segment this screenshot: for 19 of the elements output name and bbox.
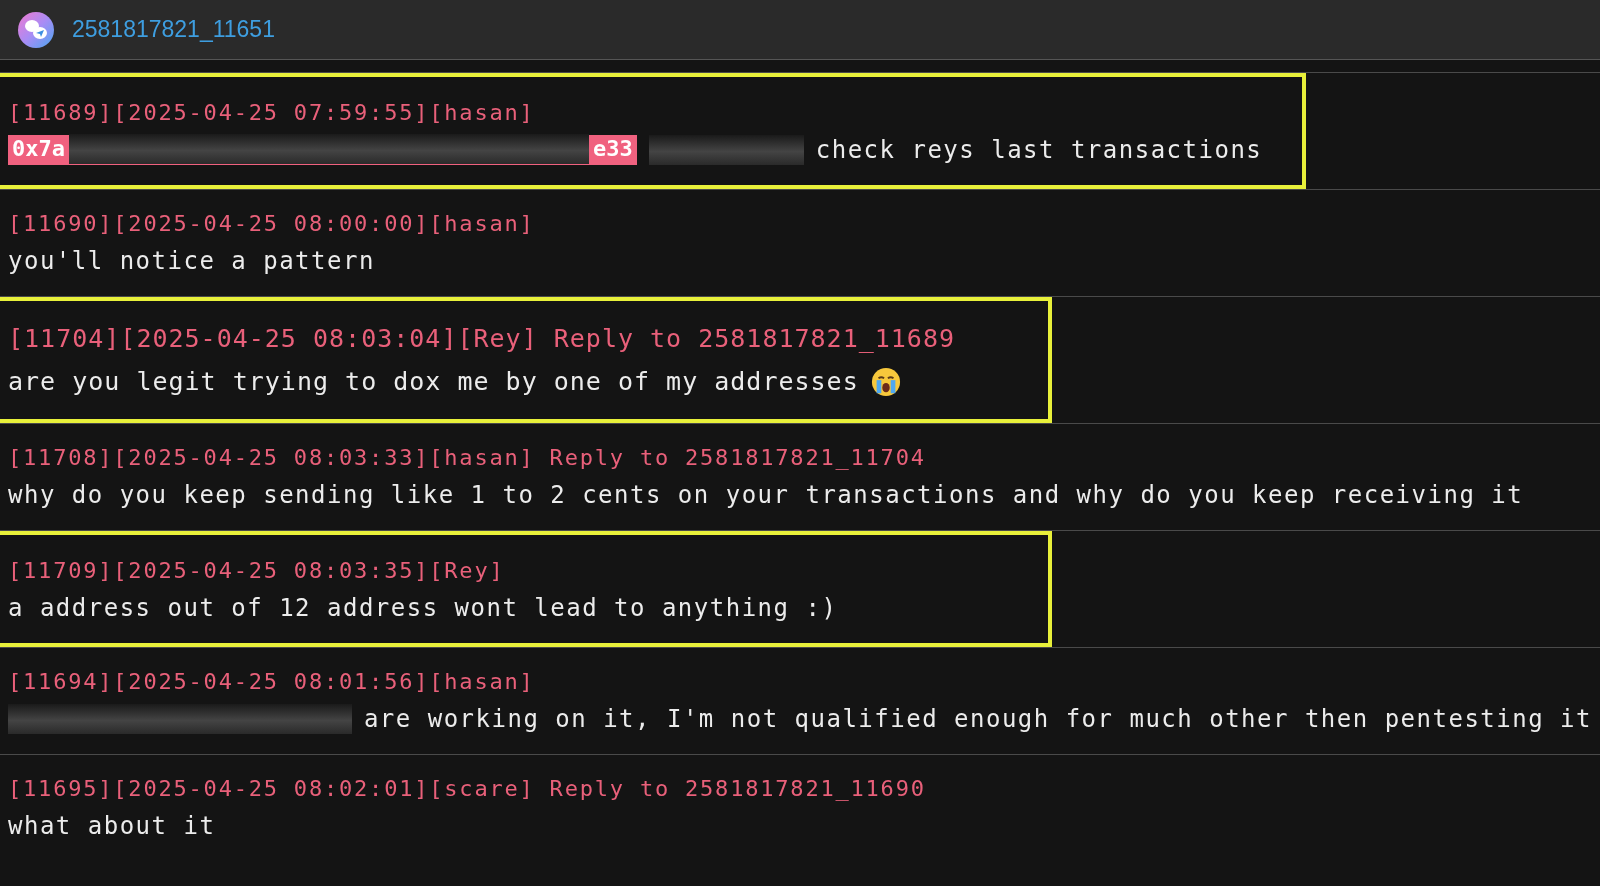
- chat-bubbles-icon: [18, 11, 54, 48]
- message-header: [11690][2025-04-25 08:00:00][hasan]: [8, 210, 536, 238]
- message-header: [11695][2025-04-25 08:02:01][scare] Reply to 2581817821_11690: [8, 775, 927, 803]
- message-header: [11689][2025-04-25 07:59:55][hasan]: [8, 99, 536, 127]
- message-text: why do you keep sending like 1 to 2 cents on your transactions and why do you keep receiving it: [8, 480, 1524, 511]
- address-start: 0x7a: [11, 135, 66, 163]
- message-header: [11704][2025-04-25 08:03:04][Rey] Reply to 2581817821_11689: [8, 323, 957, 355]
- message-text: a address out of 12 address wont lead to anything :): [8, 593, 838, 624]
- message-text: you'll notice a pattern: [8, 246, 375, 277]
- crying-face-icon: [870, 367, 901, 397]
- window-title: 2581817821_11651: [72, 16, 275, 43]
- message-text: are working on it, I'm not qualified enough for much other then pentesting it: [363, 704, 1592, 735]
- message-header: [11694][2025-04-25 08:01:56][hasan]: [8, 668, 536, 696]
- address-end: e33: [592, 135, 634, 163]
- message-header: [11709][2025-04-25 08:03:35][Rey]: [8, 557, 506, 585]
- message-text: check reys last transactions: [815, 135, 1263, 166]
- message-text: what about it: [8, 811, 216, 842]
- message-text: are you legit trying to dox me by one of my addresses: [8, 366, 859, 398]
- message-header: [11708][2025-04-25 08:03:33][hasan] Reply to 2581817821_11704: [8, 444, 927, 472]
